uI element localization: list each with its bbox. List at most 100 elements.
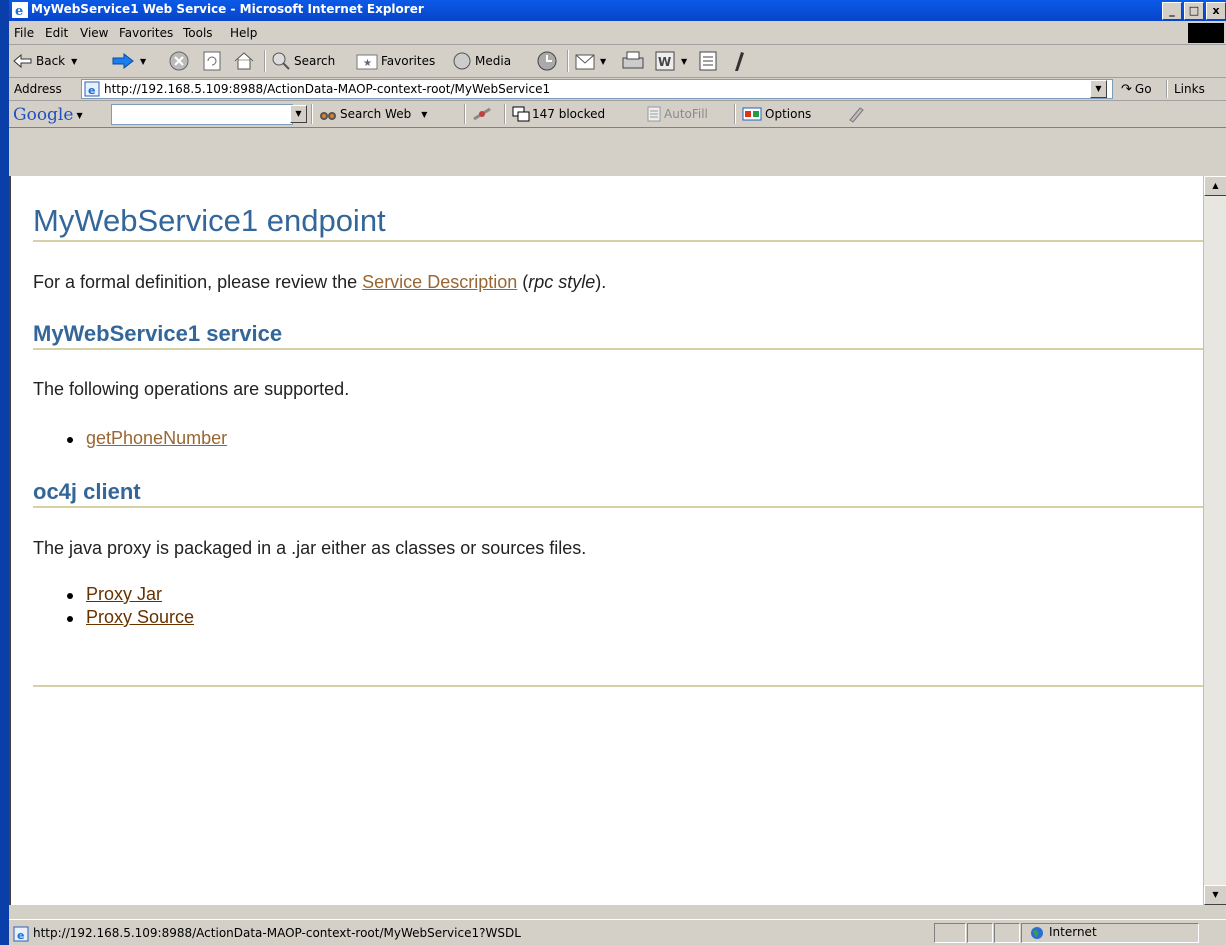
page-viewport[interactable]: MyWebService1 endpoint For a formal defi… (9, 176, 1205, 905)
back-arrow-icon (13, 54, 32, 68)
autofill-button[interactable]: AutoFill (646, 102, 708, 126)
mail-icon (575, 54, 595, 70)
links-button[interactable]: Links (1174, 80, 1205, 98)
vertical-scrollbar[interactable]: ▲ ▼ (1203, 176, 1226, 905)
options-button[interactable]: Options (742, 102, 811, 126)
search-web-button[interactable]: Search Web ▼ (319, 102, 427, 126)
status-panel (994, 923, 1020, 943)
stop-button[interactable] (169, 49, 189, 73)
print-button[interactable] (621, 49, 645, 73)
discuss-button[interactable] (699, 49, 717, 73)
proxy-source-item[interactable]: Proxy Source (86, 607, 194, 628)
menu-file[interactable]: File (14, 26, 34, 40)
proxy-jar-link[interactable]: Proxy Jar (86, 584, 162, 604)
back-button[interactable]: Back ▼ (13, 49, 77, 73)
divider (33, 348, 1205, 350)
popup-blocker-icon (512, 106, 530, 122)
proxy-source-link[interactable]: Proxy Source (86, 607, 194, 627)
blocked-count: 147 blocked (532, 107, 606, 121)
history-button[interactable] (536, 49, 558, 73)
service-heading: MyWebService1 service (33, 321, 283, 346)
chevron-down-icon[interactable]: ▼ (600, 57, 606, 66)
svg-text:W: W (658, 55, 671, 69)
menu-edit[interactable]: Edit (45, 26, 68, 40)
refresh-button[interactable] (203, 49, 221, 73)
search-icon (272, 52, 290, 70)
minimize-button[interactable]: _ (1162, 2, 1182, 20)
mail-button[interactable]: ▼ (574, 49, 606, 73)
menu-view[interactable]: View (80, 26, 108, 40)
status-bar: e http://192.168.5.109:8988/ActionData-M… (9, 919, 1226, 945)
service-description-link[interactable]: Service Description (362, 272, 517, 292)
menu-help[interactable]: Help (230, 26, 257, 40)
address-url: http://192.168.5.109:8988/ActionData-MAO… (104, 82, 551, 96)
scroll-up-button[interactable]: ▲ (1204, 176, 1226, 196)
messenger-button[interactable] (731, 49, 747, 73)
page-info-icon (473, 107, 491, 121)
bullet (67, 437, 73, 443)
address-bar: Address e http://192.168.5.109:8988/Acti… (9, 78, 1226, 101)
footer-divider (33, 685, 1205, 687)
operation-link-get-phone-number[interactable]: getPhoneNumber (86, 428, 227, 449)
chevron-down-icon[interactable]: ▼ (681, 57, 687, 66)
forward-button[interactable]: ▼ (112, 49, 146, 73)
history-icon (537, 51, 557, 71)
chevron-down-icon: ▼ (76, 110, 83, 120)
svg-text:e: e (17, 929, 24, 942)
status-url: http://192.168.5.109:8988/ActionData-MAO… (33, 926, 521, 940)
menu-bar: File Edit View Favorites Tools Help (9, 22, 1226, 45)
autofill-icon (647, 106, 661, 122)
search-web-label: Search Web (340, 107, 412, 121)
pen-icon (735, 52, 744, 71)
address-dropdown-button[interactable]: ▼ (1090, 80, 1107, 98)
page-icon: e (13, 926, 29, 942)
client-heading: oc4j client (33, 479, 141, 504)
intro-paren-close: ). (595, 272, 607, 292)
popup-blocker-button[interactable]: 147 blocked (512, 102, 605, 126)
title-bar[interactable]: e MyWebService1 Web Service - Microsoft … (9, 0, 1226, 21)
search-label: Search (294, 54, 336, 68)
options-icon (742, 107, 762, 121)
divider (33, 506, 1205, 508)
google-menu-button[interactable]: Google ▼ (13, 103, 83, 127)
chevron-down-icon[interactable]: ▼ (140, 57, 146, 66)
close-button[interactable]: x (1206, 2, 1226, 20)
favorites-button[interactable]: ★ Favorites (356, 49, 435, 73)
edit-button[interactable]: W ▼ (655, 49, 687, 73)
standard-toolbar: Back ▼ ▼ Search ★ Favorites Media ▼ W ▼ (9, 45, 1226, 78)
globe-icon (1031, 927, 1043, 939)
menu-favorites[interactable]: Favorites (119, 26, 173, 40)
get-phone-number-link[interactable]: getPhoneNumber (86, 428, 227, 448)
google-search-dropdown[interactable]: ▼ (290, 105, 307, 123)
autofill-label: AutoFill (664, 107, 708, 121)
maximize-button[interactable]: □ (1184, 2, 1204, 20)
operations-text: The following operations are supported. (33, 379, 350, 399)
google-search-input[interactable] (111, 104, 293, 125)
windows-logo-icon (1188, 23, 1224, 43)
bullet (67, 616, 73, 622)
bullet (67, 593, 73, 599)
address-input[interactable]: e http://192.168.5.109:8988/ActionData-M… (81, 79, 1113, 99)
highlighter-icon (849, 107, 864, 123)
status-panel (934, 923, 966, 943)
address-label: Address (14, 82, 62, 96)
status-panel (967, 923, 993, 943)
security-zone-panel: Internet (1021, 923, 1199, 943)
page-info-button[interactable] (472, 102, 492, 126)
scroll-down-button[interactable]: ▼ (1204, 885, 1226, 905)
go-label: Go (1134, 82, 1152, 96)
svg-text:e: e (88, 84, 95, 97)
document-icon (699, 51, 717, 71)
page-icon: e (84, 81, 100, 97)
go-button[interactable]: ↷ Go (1121, 80, 1152, 98)
home-button[interactable] (233, 49, 255, 73)
highlight-button[interactable] (847, 102, 865, 126)
zone-label: Internet (1049, 925, 1097, 939)
chevron-down-icon: ▼ (421, 109, 428, 119)
media-button[interactable]: Media (452, 49, 511, 73)
proxy-jar-item[interactable]: Proxy Jar (86, 584, 162, 605)
menu-tools[interactable]: Tools (183, 26, 213, 40)
chevron-down-icon[interactable]: ▼ (71, 57, 77, 66)
search-button[interactable]: Search (271, 49, 335, 73)
binoculars-icon (320, 112, 336, 120)
